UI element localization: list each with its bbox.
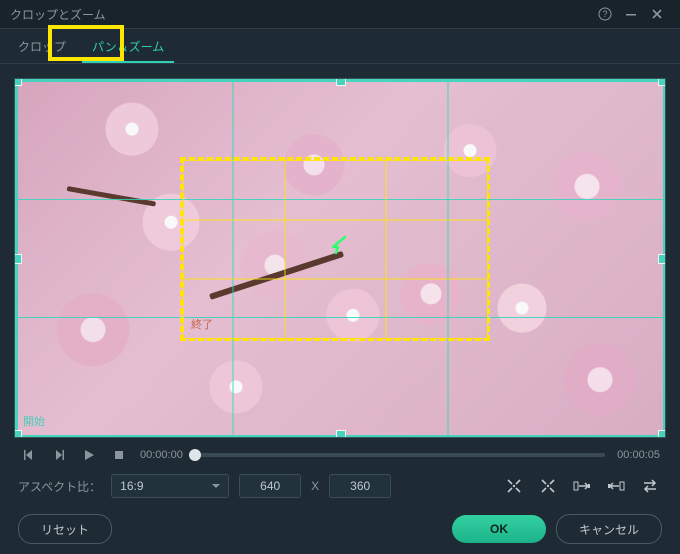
dimension-separator: X bbox=[311, 479, 319, 493]
tab-crop[interactable]: クロップ bbox=[8, 32, 76, 63]
prev-frame-button[interactable] bbox=[20, 446, 38, 464]
preview-image bbox=[15, 79, 665, 437]
help-button[interactable]: ? bbox=[592, 1, 618, 27]
time-slider[interactable] bbox=[195, 453, 605, 457]
time-duration: 00:00:05 bbox=[617, 449, 660, 461]
stop-icon bbox=[113, 449, 125, 461]
close-button[interactable] bbox=[644, 1, 670, 27]
preset-zoom-out-button[interactable] bbox=[536, 474, 560, 498]
preset-pan-right-button[interactable] bbox=[570, 474, 594, 498]
tab-pan-zoom[interactable]: パン＆ズーム bbox=[82, 32, 174, 63]
help-icon: ? bbox=[598, 7, 612, 21]
aspect-label: アスペクト比： bbox=[18, 478, 101, 495]
preview-canvas[interactable]: 開始 終了 bbox=[14, 78, 666, 438]
prev-frame-icon bbox=[23, 449, 35, 461]
aspect-select-value: 16:9 bbox=[120, 479, 143, 493]
play-button[interactable] bbox=[80, 446, 98, 464]
preset-zoom-in-button[interactable] bbox=[502, 474, 526, 498]
time-current: 00:00:00 bbox=[140, 449, 183, 461]
minimize-button[interactable] bbox=[618, 1, 644, 27]
pan-right-icon bbox=[573, 479, 591, 493]
pan-left-icon bbox=[607, 479, 625, 493]
title-bar: クロップとズーム ? bbox=[0, 0, 680, 29]
swap-icon bbox=[641, 479, 659, 493]
next-frame-button[interactable] bbox=[50, 446, 68, 464]
stop-button[interactable] bbox=[110, 446, 128, 464]
height-value: 360 bbox=[350, 479, 370, 493]
minimize-icon bbox=[625, 8, 637, 20]
reset-button[interactable]: リセット bbox=[18, 514, 112, 544]
close-icon bbox=[651, 8, 663, 20]
ok-button[interactable]: OK bbox=[452, 515, 546, 543]
zoom-in-preset-icon bbox=[506, 478, 522, 494]
cancel-button[interactable]: キャンセル bbox=[556, 514, 662, 544]
dialog-button-row: リセット OK キャンセル bbox=[0, 502, 680, 544]
preset-pan-left-button[interactable] bbox=[604, 474, 628, 498]
aspect-row: アスペクト比： 16:9 640 X 360 bbox=[0, 466, 680, 502]
height-input[interactable]: 360 bbox=[329, 474, 391, 498]
play-icon bbox=[83, 449, 95, 461]
window-title: クロップとズーム bbox=[10, 6, 106, 23]
playback-bar: 00:00:00 00:00:05 bbox=[0, 442, 680, 466]
width-input[interactable]: 640 bbox=[239, 474, 301, 498]
swap-start-end-button[interactable] bbox=[638, 474, 662, 498]
zoom-out-preset-icon bbox=[540, 478, 556, 494]
width-value: 640 bbox=[260, 479, 280, 493]
svg-text:?: ? bbox=[602, 9, 607, 19]
tabs: クロップ パン＆ズーム bbox=[0, 29, 680, 64]
slider-thumb[interactable] bbox=[189, 449, 201, 461]
aspect-select[interactable]: 16:9 bbox=[111, 474, 229, 498]
next-frame-icon bbox=[53, 449, 65, 461]
